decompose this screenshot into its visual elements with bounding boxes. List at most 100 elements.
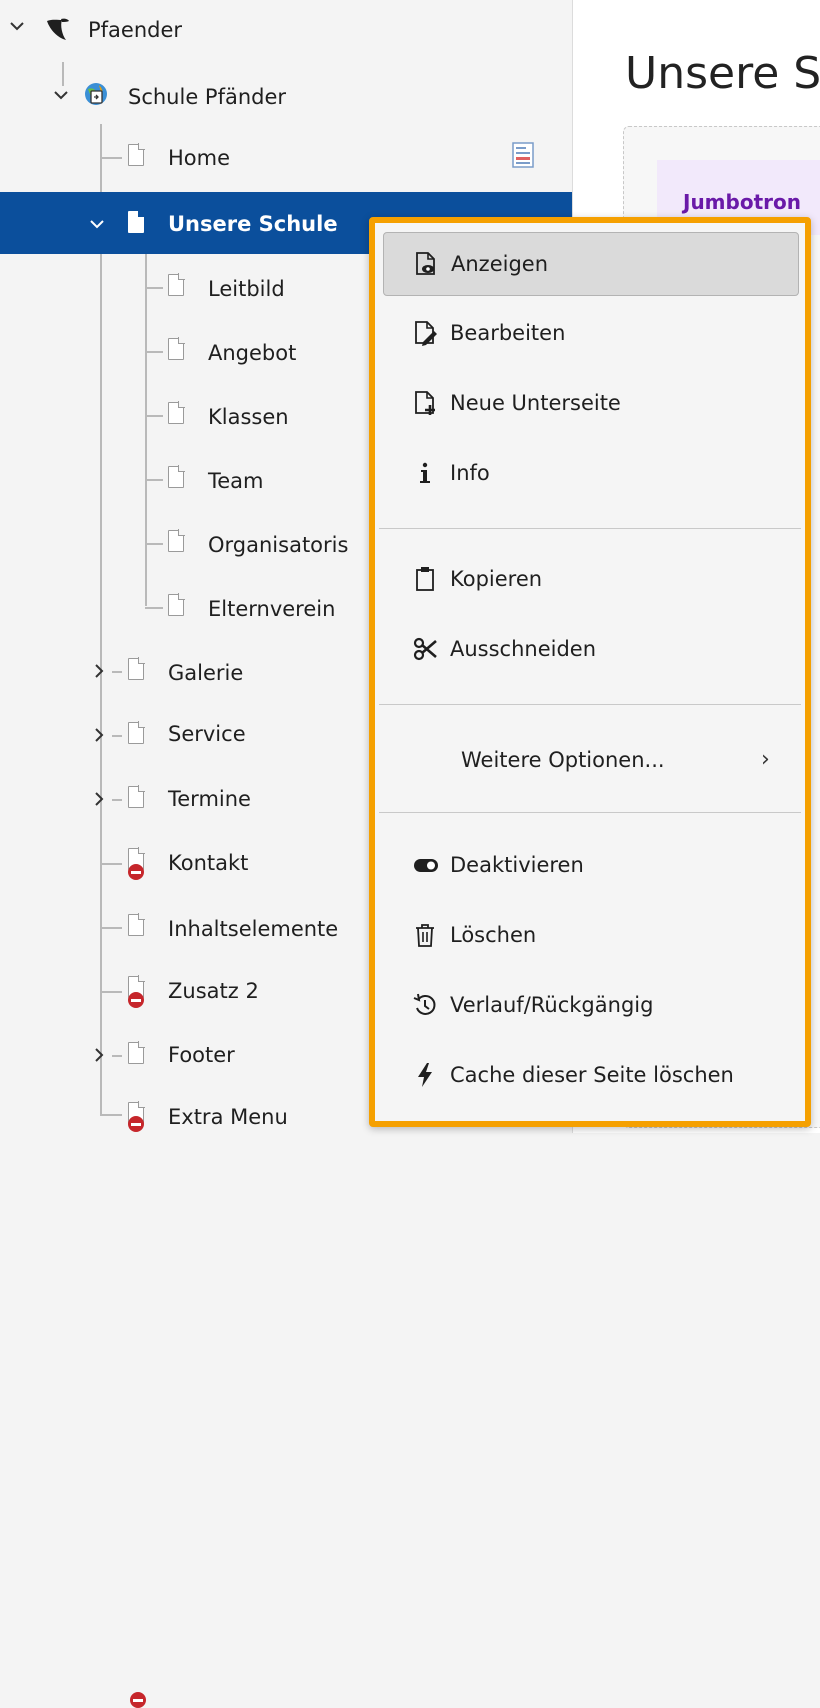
- eye-page-icon: [414, 251, 438, 277]
- menu-item-label: Weitere Optionen...: [461, 748, 665, 772]
- tree-item-label: Termine: [168, 787, 251, 811]
- tree-connector: [145, 607, 163, 609]
- chevron-right-icon: ›: [761, 747, 770, 772]
- page-icon: [128, 913, 150, 940]
- tree-connector: [145, 479, 163, 481]
- menu-item-weitere-optionen[interactable]: Weitere Optionen... ›: [383, 729, 799, 793]
- info-icon: [413, 460, 437, 486]
- menu-item-info[interactable]: Info: [383, 442, 799, 506]
- new-page-icon: [413, 390, 437, 416]
- tree-connector: [112, 735, 122, 737]
- edit-page-icon: [413, 320, 437, 346]
- clipboard-icon: [413, 566, 437, 592]
- tree-connector: [112, 799, 122, 801]
- tree-item-label: Footer: [168, 1043, 235, 1067]
- menu-item-label: Kopieren: [450, 567, 543, 591]
- tree-item-label: Elternverein: [208, 597, 336, 621]
- menu-item-label: Ausschneiden: [450, 637, 597, 661]
- tree-item-label: Inhaltselemente: [168, 917, 339, 941]
- tree-item-label: Kontakt: [168, 851, 249, 875]
- page-icon: [168, 529, 190, 556]
- menu-item-kopieren[interactable]: Kopieren: [383, 548, 799, 612]
- menu-item-ausschneiden[interactable]: Ausschneiden: [383, 618, 799, 682]
- chevron-down-icon[interactable]: [88, 215, 106, 233]
- tree-connector: [145, 543, 163, 545]
- page-icon: [128, 721, 150, 748]
- restricted-badge-icon: [128, 1116, 144, 1132]
- tree-item-label: Service: [168, 722, 246, 746]
- tree-connector: [112, 671, 122, 673]
- menu-item-label: Deaktivieren: [450, 853, 584, 877]
- page-icon: [128, 143, 150, 170]
- page-icon: [168, 401, 190, 428]
- tree-connector: [100, 927, 122, 929]
- tree-item-label: Organisatoris: [208, 533, 349, 557]
- tree-site-label: Schule Pfänder: [128, 85, 287, 109]
- menu-divider: [379, 528, 801, 529]
- menu-item-anzeigen[interactable]: Anzeigen: [383, 232, 799, 296]
- trash-icon: [413, 922, 437, 948]
- menu-item-label: Neue Unterseite: [450, 391, 621, 415]
- tree-connector: [100, 991, 122, 993]
- toggle-icon: [413, 852, 438, 878]
- tree-item-label: Extra Menu: [168, 1105, 288, 1129]
- menu-item-label: Info: [450, 461, 490, 485]
- page-title: Unsere S: [625, 48, 820, 99]
- page-icon: [128, 210, 150, 237]
- tree-item-label: Home: [168, 146, 231, 170]
- menu-item-label: Cache dieser Seite löschen: [450, 1063, 734, 1087]
- tree-item-label: Klassen: [208, 405, 289, 429]
- bolt-icon: [413, 1062, 437, 1088]
- chevron-right-icon[interactable]: [90, 790, 108, 808]
- page-icon: [128, 1041, 150, 1068]
- page-icon: [168, 593, 190, 620]
- chevron-down-icon[interactable]: [52, 86, 70, 104]
- tree-connector: [112, 1055, 122, 1057]
- globe-page-icon: [84, 82, 107, 108]
- restricted-badge-icon: [130, 1692, 146, 1708]
- menu-item-loeschen[interactable]: Löschen: [383, 904, 799, 968]
- page-icon: [128, 657, 150, 684]
- tree-connector: [145, 351, 163, 353]
- chevron-down-icon[interactable]: [8, 17, 26, 35]
- tree-item-label: Leitbild: [208, 277, 285, 301]
- tree-connector: [145, 415, 163, 417]
- menu-item-bearbeiten[interactable]: Bearbeiten: [383, 302, 799, 366]
- chevron-right-icon[interactable]: [90, 726, 108, 744]
- history-icon: [413, 992, 437, 1018]
- page-icon: [168, 465, 190, 492]
- menu-item-cache-loeschen[interactable]: Cache dieser Seite löschen: [383, 1044, 799, 1108]
- tree-item-label: Zusatz 2: [168, 979, 259, 1003]
- tree-root-label: Pfaender: [88, 18, 183, 42]
- chevron-right-icon[interactable]: [90, 662, 108, 680]
- page-icon: [128, 785, 150, 812]
- tree-item-home[interactable]: Home: [0, 126, 572, 188]
- menu-divider: [379, 704, 801, 705]
- tree-connector: [100, 1114, 122, 1116]
- menu-item-deaktivieren[interactable]: Deaktivieren: [383, 834, 799, 898]
- tree-site[interactable]: Schule Pfänder: [0, 64, 572, 126]
- menu-item-label: Löschen: [450, 923, 537, 947]
- tree-item-label: Team: [208, 469, 264, 493]
- restricted-badge-icon: [128, 992, 144, 1008]
- tree-connector: [100, 863, 122, 865]
- tree-connector: [145, 287, 163, 289]
- tree-item-label: Angebot: [208, 341, 297, 365]
- content-layout-icon: [512, 142, 534, 168]
- context-menu: Anzeigen Bearbeiten Neue Unterseite Info…: [369, 217, 811, 1127]
- restricted-badge-icon: [128, 864, 144, 880]
- page-icon: [168, 273, 190, 300]
- tree-item-label: Galerie: [168, 661, 244, 685]
- menu-item-label: Bearbeiten: [450, 321, 566, 345]
- chevron-right-icon[interactable]: [90, 1046, 108, 1064]
- menu-divider: [379, 812, 801, 813]
- menu-item-label: Verlauf/Rückgängig: [450, 993, 654, 1017]
- tree-connector: [100, 157, 122, 159]
- page-icon: [168, 337, 190, 364]
- menu-item-verlauf[interactable]: Verlauf/Rückgängig: [383, 974, 799, 1038]
- menu-item-label: Anzeigen: [451, 252, 549, 276]
- menu-item-neue-unterseite[interactable]: Neue Unterseite: [383, 372, 799, 436]
- scissors-icon: [413, 636, 437, 662]
- tree-root[interactable]: Pfaender: [0, 0, 572, 62]
- tree-item-label: Unsere Schule: [168, 212, 338, 236]
